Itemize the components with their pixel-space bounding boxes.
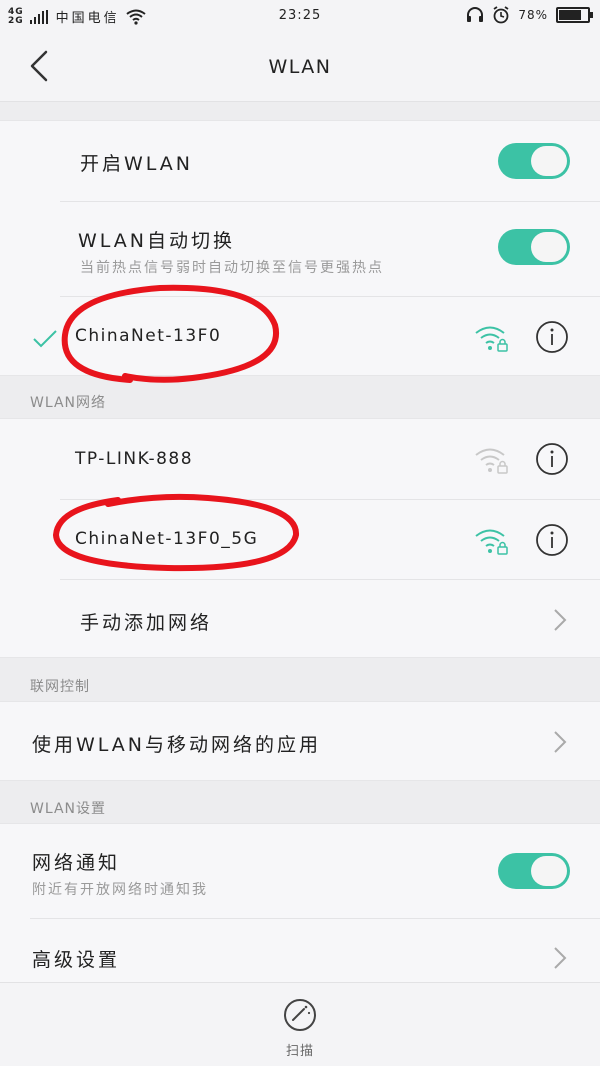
network-item[interactable]: ChinaNet-13F0_5G bbox=[0, 500, 600, 580]
status-right: 78% bbox=[466, 6, 593, 24]
enable-wlan-label: 开启WLAN bbox=[80, 153, 194, 175]
wlan-networks-card: TP-LINK-888 ChinaNet-13F0_5G 手动添加网络 bbox=[0, 418, 600, 658]
page-title: WLAN bbox=[268, 56, 332, 78]
alarm-icon bbox=[493, 6, 509, 24]
network-ssid: ChinaNet-13F0_5G bbox=[75, 529, 259, 549]
toggle-knob bbox=[531, 146, 567, 176]
info-icon[interactable] bbox=[535, 523, 569, 557]
headset-icon bbox=[467, 7, 484, 22]
auto-switch-toggle[interactable] bbox=[498, 229, 570, 265]
add-network-row[interactable]: 手动添加网络 bbox=[0, 580, 600, 659]
apps-using-network-label: 使用WLAN与移动网络的应用 bbox=[32, 734, 322, 756]
info-icon[interactable] bbox=[535, 442, 569, 476]
info-icon[interactable] bbox=[535, 320, 569, 354]
section-title-wlan-networks: WLAN网络 bbox=[30, 395, 107, 411]
auto-switch-row[interactable]: WLAN自动切换 当前热点信号弱时自动切换至信号更强热点 bbox=[0, 202, 600, 296]
connected-network-ssid: ChinaNet-13F0 bbox=[75, 326, 222, 346]
wlan-main-card: 开启WLAN WLAN自动切换 当前热点信号弱时自动切换至信号更强热点 Chin… bbox=[0, 120, 600, 376]
chevron-right-icon bbox=[554, 947, 567, 969]
add-network-label: 手动添加网络 bbox=[80, 612, 213, 634]
network-item[interactable]: TP-LINK-888 bbox=[0, 419, 600, 499]
wifi-lock-icon bbox=[475, 448, 508, 474]
scan-gauge-icon[interactable] bbox=[283, 998, 317, 1032]
network-notify-description: 附近有开放网络时通知我 bbox=[32, 882, 208, 898]
wifi-lock-icon bbox=[475, 529, 508, 555]
network-ssid: TP-LINK-888 bbox=[75, 449, 194, 469]
app-header: WLAN bbox=[0, 32, 600, 102]
network-notify-label: 网络通知 bbox=[32, 852, 121, 874]
wlan-settings-card: 网络通知 附近有开放网络时通知我 高级设置 bbox=[0, 823, 600, 982]
advanced-settings-row[interactable]: 高级设置 bbox=[0, 919, 600, 983]
battery-percent: 78% bbox=[518, 8, 548, 22]
connected-network-row[interactable]: ChinaNet-13F0 bbox=[0, 297, 600, 377]
network-notify-row[interactable]: 网络通知 附近有开放网络时通知我 bbox=[0, 824, 600, 918]
network-control-card: 使用WLAN与移动网络的应用 bbox=[0, 701, 600, 781]
battery-fill bbox=[559, 10, 581, 20]
checkmark-icon bbox=[33, 330, 57, 348]
enable-wlan-toggle[interactable] bbox=[498, 143, 570, 179]
status-bar: 4G 2G 中国电信 23:25 78% bbox=[0, 0, 600, 32]
toggle-knob bbox=[531, 856, 567, 886]
advanced-settings-label: 高级设置 bbox=[32, 949, 121, 971]
wifi-lock-icon bbox=[475, 326, 508, 352]
section-title-wlan-settings: WLAN设置 bbox=[30, 801, 107, 817]
scan-button-label[interactable]: 扫描 bbox=[0, 1040, 600, 1059]
apps-using-network-row[interactable]: 使用WLAN与移动网络的应用 bbox=[0, 702, 600, 782]
network-notify-toggle[interactable] bbox=[498, 853, 570, 889]
chevron-right-icon bbox=[554, 609, 567, 631]
chevron-right-icon bbox=[554, 731, 567, 753]
auto-switch-description: 当前热点信号弱时自动切换至信号更强热点 bbox=[80, 260, 384, 276]
toggle-knob bbox=[531, 232, 567, 262]
auto-switch-label: WLAN自动切换 bbox=[78, 230, 236, 252]
battery-icon bbox=[556, 7, 593, 23]
enable-wlan-row[interactable]: 开启WLAN bbox=[0, 121, 600, 201]
section-title-network-control: 联网控制 bbox=[30, 679, 90, 695]
